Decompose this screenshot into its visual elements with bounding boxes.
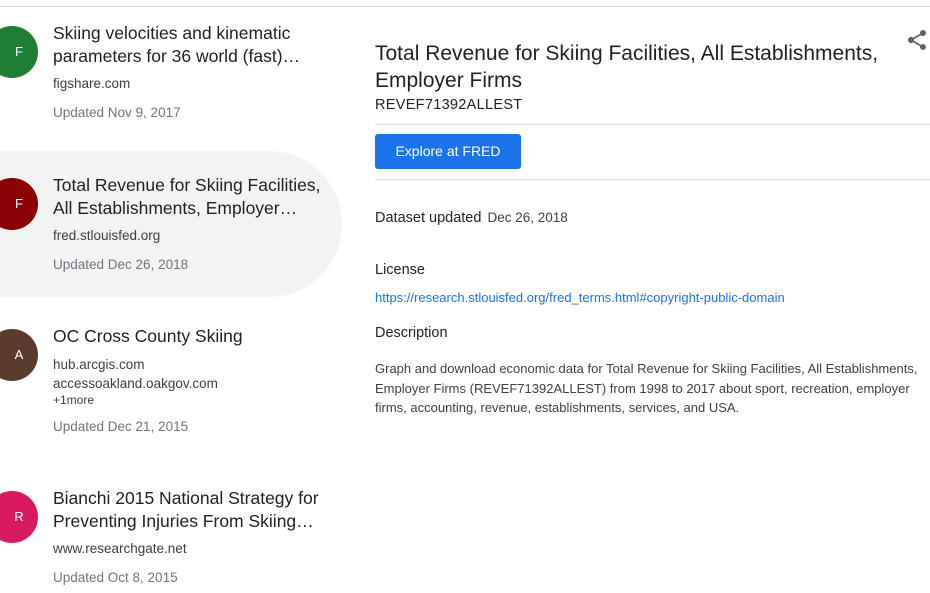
avatar: R bbox=[0, 491, 38, 543]
result-source: fred.stlouisfed.org bbox=[53, 228, 161, 243]
dataset-search-page: F Skiing velocities and kinematic parame… bbox=[0, 0, 930, 593]
selected-highlight bbox=[0, 151, 342, 297]
result-source: accessoakland.oakgov.com bbox=[53, 376, 218, 391]
description-heading: Description bbox=[375, 325, 448, 341]
share-icon bbox=[908, 30, 926, 50]
divider bbox=[375, 124, 930, 125]
dataset-updated-value: Dec 26, 2018 bbox=[487, 210, 568, 225]
result-title[interactable]: Total Revenue for Skiing Facilities, All… bbox=[53, 174, 333, 220]
result-updated: Updated Dec 21, 2015 bbox=[53, 419, 189, 434]
description-text: Graph and download economic data for Tot… bbox=[375, 361, 918, 415]
dataset-series-id: REVEF71392ALLEST bbox=[375, 97, 523, 113]
result-title[interactable]: Bianchi 2015 National Strategy for Preve… bbox=[53, 487, 333, 533]
explore-at-fred-button[interactable]: Explore at FRED bbox=[375, 134, 521, 169]
dataset-updated-label: Dataset updated bbox=[375, 210, 482, 226]
result-title[interactable]: OC Cross County Skiing bbox=[53, 325, 333, 348]
divider bbox=[375, 179, 930, 180]
result-more-sources[interactable]: +1more bbox=[53, 392, 94, 408]
dataset-detail-panel: Total Revenue for Skiing Facilities, All… bbox=[375, 0, 930, 593]
result-updated: Updated Dec 26, 2018 bbox=[53, 257, 189, 272]
avatar: F bbox=[0, 26, 38, 78]
dataset-title: Total Revenue for Skiing Facilities, All… bbox=[375, 42, 879, 92]
dataset-updated: Dataset updated Dec 26, 2018 bbox=[375, 210, 568, 226]
results-list: F Skiing velocities and kinematic parame… bbox=[0, 0, 342, 593]
result-updated: Updated Nov 9, 2017 bbox=[53, 105, 181, 120]
result-updated: Updated Oct 8, 2015 bbox=[53, 570, 178, 585]
result-source: figshare.com bbox=[53, 76, 131, 91]
result-title[interactable]: Skiing velocities and kinematic paramete… bbox=[53, 22, 333, 68]
share-button[interactable] bbox=[905, 28, 929, 52]
result-source: hub.arcgis.com bbox=[53, 357, 145, 372]
avatar: A bbox=[0, 329, 38, 381]
result-source: www.researchgate.net bbox=[53, 541, 187, 556]
license-link[interactable]: https://research.stlouisfed.org/fred_ter… bbox=[375, 290, 785, 305]
license-heading: License bbox=[375, 262, 425, 278]
